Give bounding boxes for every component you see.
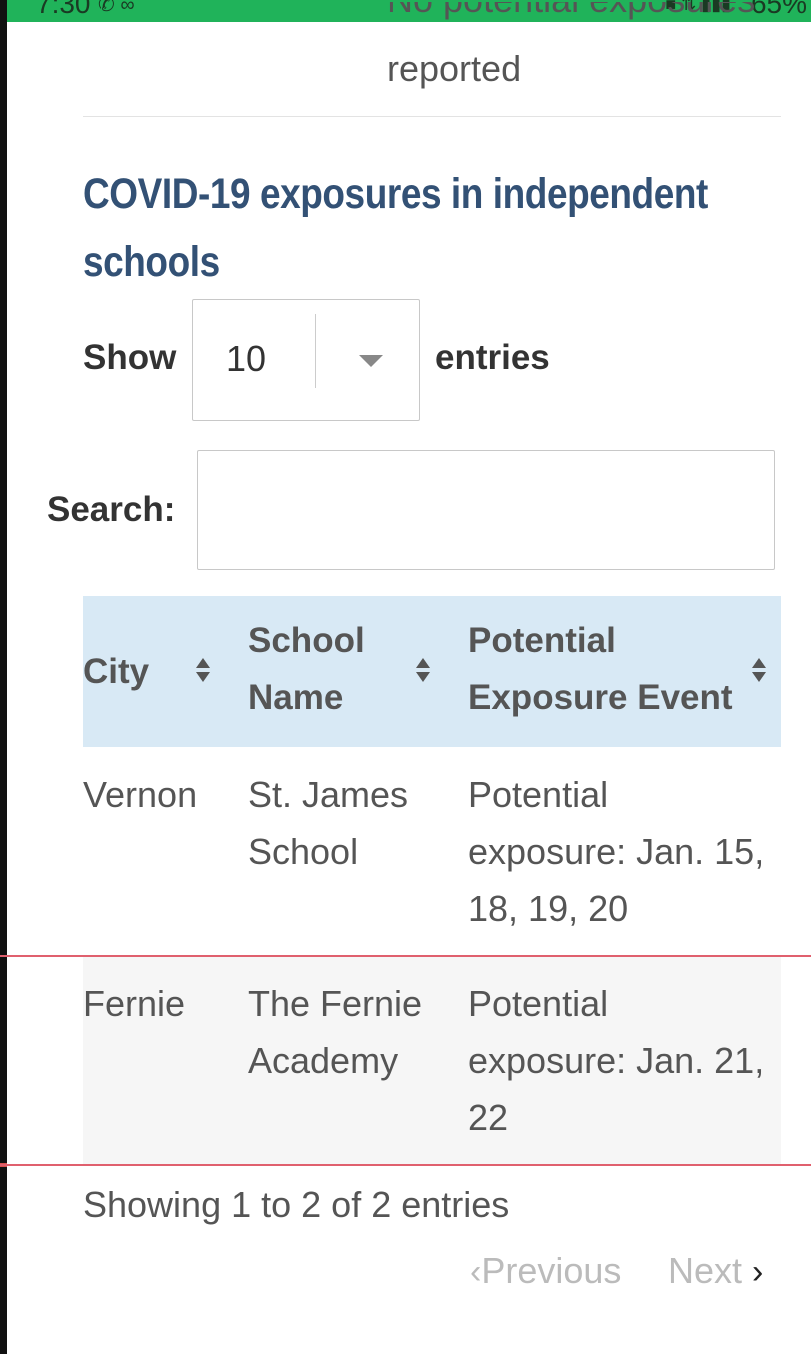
section-title: COVID-19 exposures in independent school…: [83, 170, 708, 286]
entries-label: entries: [435, 338, 550, 377]
left-edge-bar: [0, 0, 7, 1354]
row-divider: [0, 1164, 811, 1166]
previous-section-last-line: reported: [387, 48, 522, 89]
exposures-table: City School Name Potential Exposure Event …: [83, 596, 781, 1165]
column-header-school-name[interactable]: School Name: [248, 596, 448, 747]
cell-exposure-event: Potential exposure: Jan. 15, 18, 19, 20: [468, 774, 765, 929]
table-info: Showing 1 to 2 of 2 entries: [83, 1184, 510, 1225]
entries-per-page-value: 10: [226, 338, 267, 379]
chevron-down-icon[interactable]: [359, 355, 383, 367]
section-divider: [83, 116, 781, 117]
phone-icon: ✆ ∞: [98, 0, 135, 16]
search-label: Search:: [47, 490, 176, 529]
column-header-city[interactable]: City: [83, 596, 233, 747]
cell-exposure-event: Potential exposure: Jan. 21, 22: [468, 983, 765, 1138]
previous-page-button[interactable]: ‹Previous: [470, 1250, 621, 1292]
show-label: Show: [83, 338, 177, 377]
battery-level: 65%: [750, 0, 807, 19]
next-page-button[interactable]: Next ›: [668, 1250, 763, 1292]
table-header: City School Name Potential Exposure Event: [83, 596, 781, 747]
row-divider: [0, 955, 811, 957]
previous-section-text: No potential exposures: [387, 2, 755, 20]
chevron-left-icon: ‹: [470, 1253, 482, 1291]
entries-per-page-select[interactable]: 10: [192, 299, 420, 421]
column-header-potential-exposure-event[interactable]: Potential Exposure Event: [468, 596, 781, 747]
sort-icon[interactable]: [416, 658, 430, 684]
sort-icon[interactable]: [196, 658, 210, 684]
status-time: 7:30: [36, 0, 91, 19]
cell-city: Vernon: [83, 774, 198, 815]
sort-icon[interactable]: [752, 658, 766, 684]
cell-school-name: The Fernie Academy: [248, 983, 423, 1081]
chevron-right-icon: ›: [752, 1253, 764, 1291]
cell-city: Fernie: [83, 983, 186, 1024]
search-input[interactable]: [197, 450, 775, 570]
select-separator: [315, 314, 316, 388]
table-row: Fernie The Fernie Academy Potential exposu…: [83, 956, 781, 1165]
cell-school-name: St. James School: [248, 774, 409, 872]
table-row: Vernon St. James School Potential exposure…: [83, 747, 781, 956]
